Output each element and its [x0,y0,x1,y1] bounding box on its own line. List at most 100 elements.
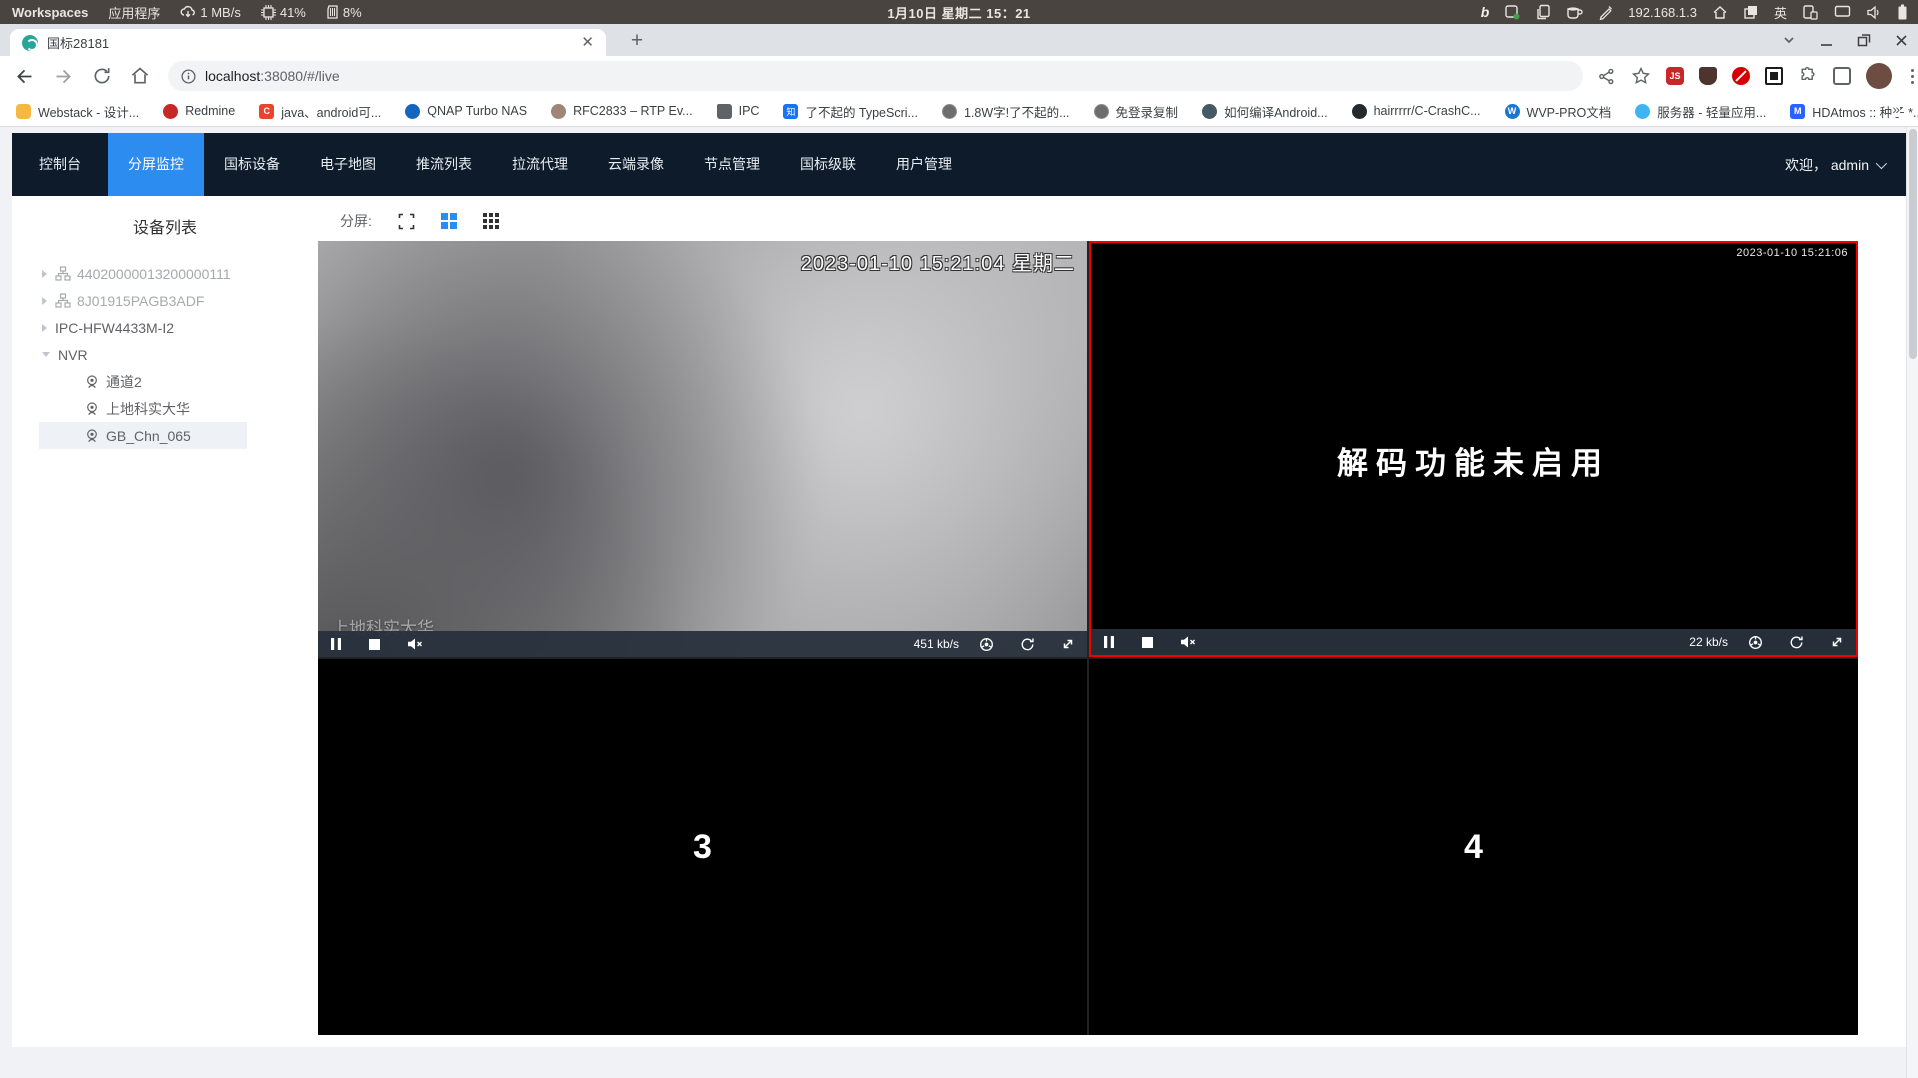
restore-button[interactable] [1857,33,1871,47]
bookmark-item[interactable]: java、android可... [259,102,381,121]
bookmark-item[interactable]: 如何编译Android... [1202,102,1328,121]
tree-node-platform-2[interactable]: 8J01915PAGB3ADF [12,287,318,314]
tree-node-platform-1[interactable]: 44020000013200000111 [12,260,318,287]
pause-icon[interactable] [330,637,342,651]
pen-tray-icon[interactable] [1598,5,1613,20]
site-info-icon[interactable] [181,68,196,84]
bookmark-item[interactable]: Redmine [163,103,235,119]
bookmark-item[interactable]: hairrrrr/C-CrashC... [1351,103,1481,119]
address-bar[interactable]: localhost:38080/#/live [168,61,1583,91]
reload-button[interactable] [92,66,112,86]
layers-tray-icon[interactable] [1743,4,1759,20]
nav-item[interactable]: 推流列表 [396,133,492,196]
nav-item[interactable]: 拉流代理 [492,133,588,196]
nav-item[interactable]: 节点管理 [684,133,780,196]
bookmark-favicon [1351,103,1367,119]
extension-adblock-icon[interactable] [1732,67,1750,85]
home-tray-icon[interactable] [1712,5,1728,20]
applications-menu[interactable]: 应用程序 [108,3,160,22]
close-window-button[interactable] [1895,34,1908,47]
browser-tab-active[interactable]: 国标28181 ✕ [10,29,606,56]
nav-item[interactable]: 分屏监控 [108,133,204,196]
expand-arrow-icon[interactable] [42,269,47,278]
bookmark-item[interactable]: Webstack - 设计... [16,102,139,121]
tree-node-ipc[interactable]: IPC-HFW4433M-I2 [12,314,318,341]
split-2x2-button[interactable] [440,213,457,229]
bookmark-item[interactable]: 服务器 - 轻量应用... [1635,102,1766,121]
volume-tray-icon[interactable] [1866,5,1882,20]
video-cell-4-empty[interactable]: 4 [1089,659,1858,1035]
nav-item[interactable]: 控制台 [12,133,108,196]
page-scrollbar[interactable] [1906,127,1918,1078]
display-tray-icon[interactable] [1834,5,1851,19]
bookmark-item[interactable]: QNAP Turbo NAS [405,103,527,119]
bookmarks-overflow-chevron[interactable]: » [1892,101,1900,117]
new-tab-button[interactable]: + [624,28,650,54]
fullscreen-icon[interactable] [398,213,415,230]
bookmark-star-icon[interactable] [1631,66,1651,86]
clock[interactable]: 1月10日 星期二 15：21 [887,3,1030,22]
home-button[interactable] [130,66,150,86]
tree-channel-2[interactable]: 上地科实大华 [12,395,318,422]
coffee-tray-icon[interactable] [1566,5,1583,20]
split-3x3-button[interactable] [482,213,499,229]
tab-search-chevron-icon[interactable] [1782,33,1796,47]
extensions-puzzle-icon[interactable] [1798,66,1818,86]
video-cell-3-empty[interactable]: 3 [318,659,1087,1035]
bookmark-label: WVP-PRO文档 [1526,105,1612,120]
tree-channel-1[interactable]: 通道2 [12,368,318,395]
mute-icon[interactable] [1180,635,1196,649]
nav-item[interactable]: 云端录像 [588,133,684,196]
pause-icon[interactable] [1103,635,1115,649]
app-tray-icon[interactable] [1504,4,1520,20]
nav-item[interactable]: 国标设备 [204,133,300,196]
bookmark-item[interactable]: 了不起的 TypeScri... [783,102,918,121]
tree-node-nvr[interactable]: NVR [12,341,318,368]
settings-icon[interactable] [979,637,994,652]
video-cell-1[interactable]: 2023-01-10 15:21:04 星期二 上地科实大华 451 kb/s [318,241,1087,657]
input-method-indicator[interactable]: 英 [1774,3,1787,22]
tab-close-icon[interactable]: ✕ [581,35,594,50]
bookmark-label: RFC2833 – RTP Ev... [573,104,693,118]
expand-icon[interactable] [1061,637,1075,651]
collapse-arrow-icon[interactable] [42,352,50,357]
minimize-button[interactable] [1820,34,1833,47]
nav-item[interactable]: 电子地图 [300,133,396,196]
refresh-icon[interactable] [1020,637,1035,652]
expand-icon[interactable] [1830,635,1844,649]
bookmark-item[interactable]: 免登录复制 [1093,102,1178,121]
bookmark-item[interactable]: IPC [716,103,759,119]
stop-icon[interactable] [1141,636,1154,649]
screen: Workspaces 应用程序 1 MB/s 41% 8% 1月10日 星期二 … [0,0,1918,1078]
side-panel-icon[interactable] [1833,67,1851,85]
refresh-icon[interactable] [1789,635,1804,650]
extension-json-icon[interactable]: JS [1666,67,1684,85]
extension-ublock-icon[interactable] [1765,67,1783,85]
tree-channel-3-selected[interactable]: GB_Chn_065 [12,422,318,449]
expand-arrow-icon[interactable] [42,296,47,305]
browser-menu-icon[interactable] [1907,68,1918,84]
nav-item[interactable]: 用户管理 [876,133,972,196]
expand-arrow-icon[interactable] [42,323,47,332]
user-menu[interactable]: 欢迎， admin [1785,155,1906,175]
video-cell-2-selected[interactable]: 2023-01-10 15:21:06 解码功能未启用 22 kb/s [1089,241,1858,657]
workspaces-button[interactable]: Workspaces [12,5,88,20]
battery-tray-icon[interactable] [1897,4,1908,20]
share-icon[interactable] [1597,67,1616,86]
ip-address[interactable]: 192.168.1.3 [1628,5,1697,20]
profile-avatar[interactable] [1866,63,1892,89]
bookmark-item[interactable]: WVP-PRO文档 [1504,102,1612,121]
mute-icon[interactable] [407,637,423,651]
clipboard-tray-icon[interactable] [1535,4,1551,20]
scrollbar-thumb[interactable] [1909,129,1917,359]
bookmark-item[interactable]: RFC2833 – RTP Ev... [551,103,693,119]
bing-tray-icon[interactable]: b [1481,4,1490,20]
forward-button[interactable] [53,66,74,87]
extension-tampermonkey-icon[interactable] [1699,67,1717,85]
settings-icon[interactable] [1748,635,1763,650]
stop-icon[interactable] [368,638,381,651]
bookmark-item[interactable]: 1.8W字!了不起的... [941,102,1070,121]
phone-link-icon[interactable] [1802,4,1819,20]
nav-item[interactable]: 国标级联 [780,133,876,196]
back-button[interactable] [14,66,35,87]
